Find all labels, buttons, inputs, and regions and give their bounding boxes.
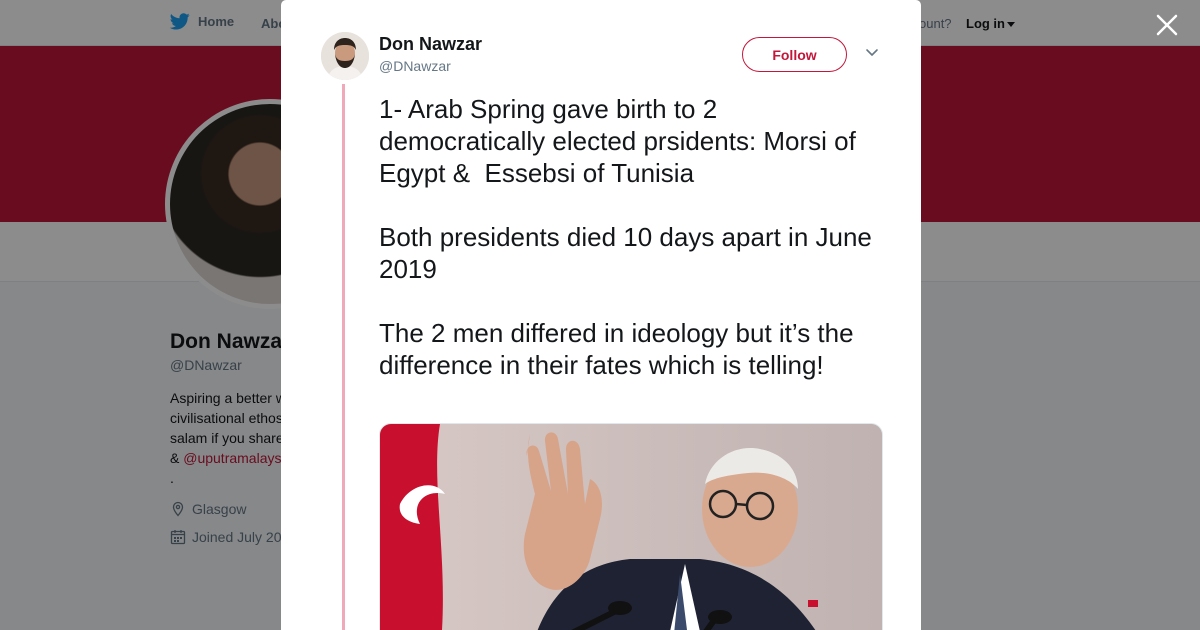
tweet-photo: [380, 424, 882, 630]
tweet-author-avatar[interactable]: [321, 32, 369, 80]
chevron-down-icon[interactable]: [865, 48, 879, 58]
follow-button[interactable]: Follow: [742, 37, 847, 72]
close-icon[interactable]: [1154, 12, 1180, 38]
tweet-text: 1- Arab Spring gave birth to 2 democrati…: [379, 94, 872, 380]
tweet-author-handle[interactable]: @DNawzar: [379, 58, 451, 74]
thread-line: [342, 84, 345, 630]
author-photo: [321, 32, 369, 80]
tweet-modal: Don Nawzar @DNawzar Follow 1- Arab Sprin…: [281, 0, 921, 630]
tweet-author-name[interactable]: Don Nawzar: [379, 34, 482, 55]
tweet-image[interactable]: [379, 423, 883, 630]
